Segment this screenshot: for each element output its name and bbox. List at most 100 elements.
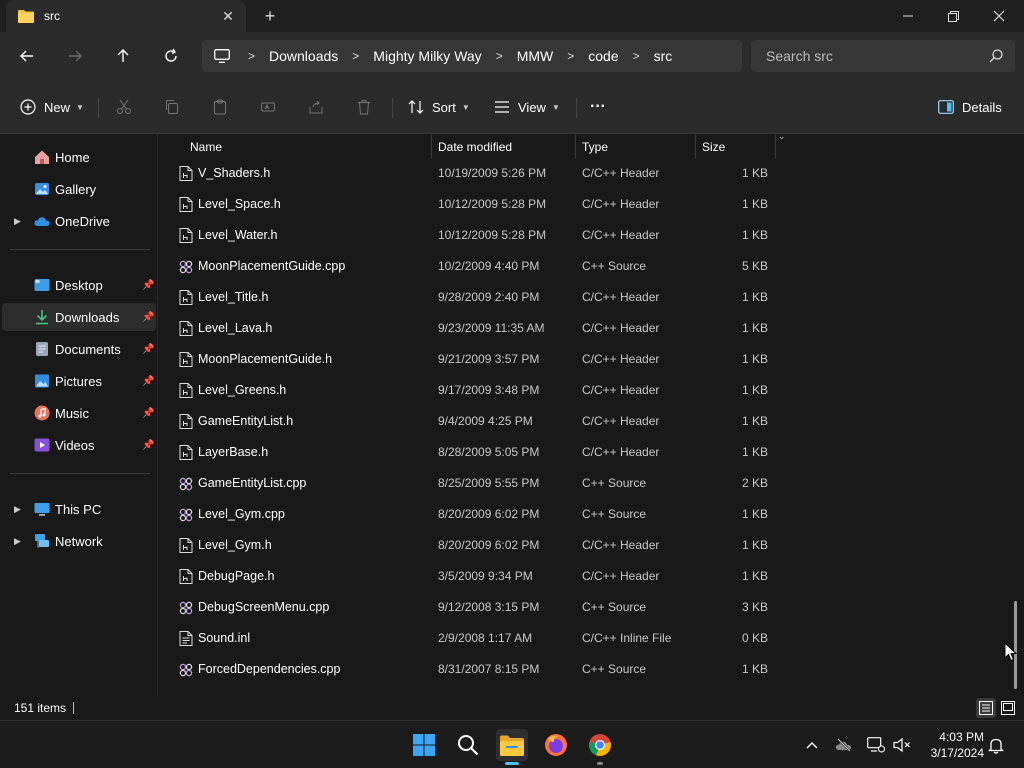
details-button[interactable]: Details [938,95,1002,119]
details-view-toggle[interactable] [976,698,996,718]
computer-icon [34,503,50,516]
sidebar-item-home[interactable]: Home [2,143,156,171]
pin-icon[interactable]: 📌 [142,440,154,451]
search-icon [458,735,479,756]
header-file-icon [179,538,193,553]
file-row[interactable]: Sound.inl 2/9/2008 1:17 AM C/C++ Inline Fi… [159,623,775,654]
file-row[interactable]: Level_Space.h 10/12/2009 5:28 PM C/C++ Hea… [159,189,775,220]
notifications-button[interactable] [986,735,1006,755]
breadcrumb-mmw[interactable]: MMW [517,48,554,64]
rename-button[interactable] [260,95,276,119]
sidebar-item-videos[interactable]: Videos 📌 [2,431,156,459]
address-bar[interactable]: > Downloads > Mighty Milky Way > MMW > c… [202,40,742,72]
sidebar-item-music[interactable]: Music 📌 [2,399,156,427]
chevron-right-icon[interactable]: ▶ [14,216,21,227]
file-date-modified: 8/20/2009 6:02 PM [438,538,540,552]
sidebar-item-documents[interactable]: Documents 📌 [2,335,156,363]
column-resize-handle[interactable] [431,135,432,159]
view-button[interactable]: View ▼ [494,95,560,119]
sort-button[interactable]: Sort ▼ [408,95,470,119]
file-row[interactable]: MoonPlacementGuide.h 9/21/2009 3:57 PM C/C… [159,344,775,375]
search-placeholder: Search src [766,48,833,64]
file-size: 1 KB [741,445,768,459]
sidebar-item-pictures[interactable]: Pictures 📌 [2,367,156,395]
file-row[interactable]: Level_Title.h 9/28/2009 2:40 PM C/C++ Head… [159,282,775,313]
pin-icon[interactable]: 📌 [142,344,154,355]
column-resize-handle[interactable] [775,135,776,159]
more-options-button[interactable]: ··· [590,95,606,119]
file-row[interactable]: Level_Gym.cpp 8/20/2009 6:02 PM C++ Source… [159,499,775,530]
breadcrumb-downloads[interactable]: Downloads [269,48,338,64]
pin-icon[interactable]: 📌 [142,312,154,323]
file-row[interactable]: DebugScreenMenu.cpp 9/12/2008 3:15 PM C++ … [159,592,775,623]
taskbar-search-button[interactable] [452,729,484,761]
breadcrumb-mighty-milky-way[interactable]: Mighty Milky Way [373,48,481,64]
restore-button[interactable] [930,0,976,32]
onedrive-tray-icon[interactable] [834,735,854,755]
sidebar-item-gallery[interactable]: Gallery [2,175,156,203]
chevron-right-icon[interactable]: ▶ [14,504,21,515]
back-button[interactable] [14,44,40,68]
close-tab-icon[interactable]: ✕ [220,8,236,24]
start-button[interactable] [408,729,440,761]
file-row[interactable]: Level_Greens.h 9/17/2009 3:48 PM C/C++ Hea… [159,375,775,406]
file-row[interactable]: MoonPlacementGuide.cpp 10/2/2009 4:40 PM C… [159,251,775,282]
breadcrumb-code[interactable]: code [588,48,618,64]
file-type: C++ Source [582,662,647,676]
pin-icon[interactable]: 📌 [142,408,154,419]
sidebar-item-label: Gallery [55,181,97,197]
pin-icon[interactable]: 📌 [142,280,154,291]
file-row[interactable]: ForcedDependencies.cpp 8/31/2007 8:15 PM C… [159,654,775,685]
new-button[interactable]: New ▼ [20,95,84,119]
share-button[interactable] [308,95,324,119]
sidebar-item-desktop[interactable]: Desktop 📌 [2,271,156,299]
file-type: C/C++ Header [582,445,660,459]
forward-button[interactable] [62,44,88,68]
column-header-size[interactable]: Size [702,135,725,159]
file-row[interactable]: Level_Gym.h 8/20/2009 6:02 PM C/C++ Header… [159,530,775,561]
close-window-button[interactable] [976,0,1022,32]
file-size: 1 KB [741,414,768,428]
file-row[interactable]: GameEntityList.h 9/4/2009 4:25 PM C/C++ He… [159,406,775,437]
paste-button[interactable] [212,95,228,119]
breadcrumb-separator: > [248,49,256,63]
refresh-button[interactable] [158,44,184,68]
chevron-right-icon[interactable]: ▶ [14,536,21,547]
file-row[interactable]: V_Shaders.h 10/19/2009 5:26 PM C/C++ Heade… [159,158,775,189]
column-header-date[interactable]: ⌄ Date modified [438,135,786,159]
large-icons-view-toggle[interactable] [998,698,1018,718]
taskbar-firefox[interactable] [540,729,572,761]
taskbar-chrome[interactable] [584,729,616,765]
network-tray-icon[interactable] [866,735,886,755]
taskbar-file-explorer[interactable] [496,729,528,765]
volume-tray-icon[interactable] [892,735,912,755]
sidebar-item-downloads[interactable]: Downloads 📌 [2,303,156,331]
file-row[interactable]: DebugPage.h 3/5/2009 9:34 PM C/C++ Header 1… [159,561,775,592]
show-hidden-icons-button[interactable] [802,735,822,755]
copy-button[interactable] [164,95,180,119]
sidebar-item-onedrive[interactable]: ▶ OneDrive [2,207,156,235]
file-row[interactable]: GameEntityList.cpp 8/25/2009 5:55 PM C++ S… [159,468,775,499]
new-tab-button[interactable]: + [258,6,282,26]
windows-logo-icon [413,734,435,756]
file-row[interactable]: Level_Lava.h 9/23/2009 11:35 AM C/C++ Head… [159,313,775,344]
column-header-type[interactable]: Type [582,135,608,159]
delete-button[interactable] [356,95,372,119]
column-resize-handle[interactable] [575,135,576,159]
tab-src[interactable]: src ✕ [6,0,246,32]
file-type: C/C++ Header [582,538,660,552]
up-button[interactable] [110,44,136,68]
column-header-name[interactable]: Name [190,135,222,159]
file-type: C/C++ Header [582,383,660,397]
cut-button[interactable] [116,95,132,119]
sidebar-item-network[interactable]: ▶ Network [2,527,156,555]
column-resize-handle[interactable] [695,135,696,159]
file-row[interactable]: LayerBase.h 8/28/2009 5:05 PM C/C++ Header… [159,437,775,468]
taskbar-clock[interactable]: 4:03 PM 3/17/2024 [918,729,984,761]
pin-icon[interactable]: 📌 [142,376,154,387]
search-input[interactable]: Search src [751,40,1015,72]
file-row[interactable]: Level_Water.h 10/12/2009 5:28 PM C/C++ Hea… [159,220,775,251]
sidebar-item-this-pc[interactable]: ▶ This PC [2,495,156,523]
breadcrumb-src[interactable]: src [654,48,673,64]
minimize-button[interactable] [885,0,931,32]
